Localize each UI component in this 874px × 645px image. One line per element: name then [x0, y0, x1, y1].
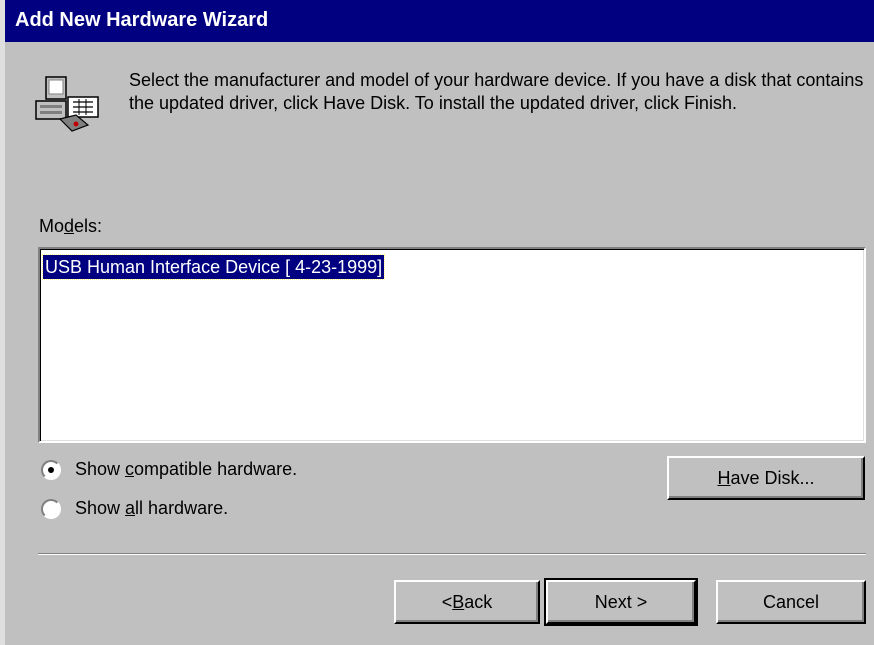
- model-item-selected[interactable]: USB Human Interface Device [ 4-23-1999]: [41, 254, 386, 280]
- wizard-window: Add New Hardware Wizard Select the manuf…: [0, 0, 874, 645]
- have-disk-button[interactable]: Have Disk...: [667, 456, 865, 500]
- separator: [38, 553, 866, 555]
- cancel-button[interactable]: Cancel: [716, 580, 866, 624]
- show-compatible-option[interactable]: Show compatible hardware.: [41, 459, 297, 480]
- models-listbox[interactable]: USB Human Interface Device [ 4-23-1999]: [38, 247, 866, 443]
- all-radio[interactable]: [41, 498, 61, 519]
- compatible-label: Show compatible hardware.: [75, 459, 298, 479]
- title-bar[interactable]: Add New Hardware Wizard: [5, 0, 874, 42]
- models-label: Models:: [39, 216, 103, 236]
- all-label: Show all hardware.: [75, 498, 229, 518]
- next-button[interactable]: Next >: [544, 578, 698, 626]
- hardware-computer-icon: [35, 76, 99, 132]
- back-button[interactable]: < Back: [394, 580, 540, 624]
- instructions-text: Select the manufacturer and model of you…: [129, 70, 864, 113]
- show-all-option[interactable]: Show all hardware.: [41, 498, 228, 519]
- compatible-radio[interactable]: [41, 459, 61, 480]
- window-title: Add New Hardware Wizard: [15, 9, 269, 31]
